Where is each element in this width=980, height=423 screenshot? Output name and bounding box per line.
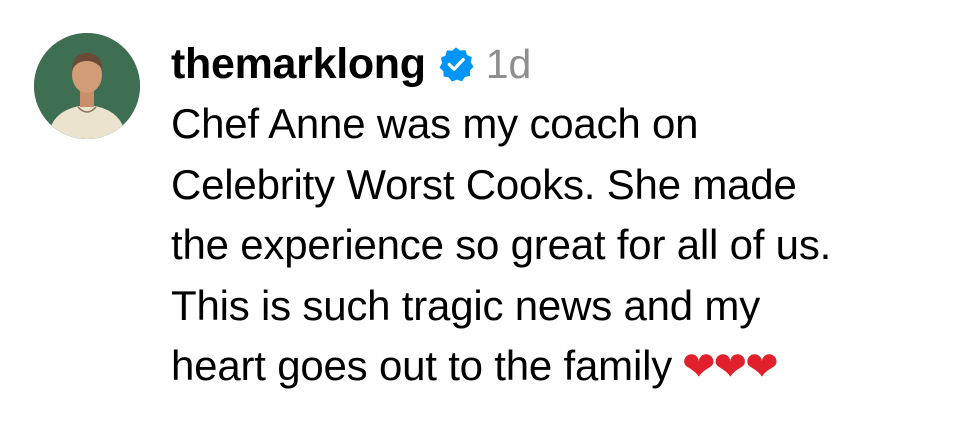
comment-header: themarklong 1d xyxy=(171,38,971,90)
comment-line: Celebrity Worst Cooks. She made xyxy=(171,160,797,208)
comment-line: This is such tragic news and my xyxy=(171,281,761,329)
comment-line: Chef Anne was my coach on xyxy=(171,100,699,147)
avatar[interactable] xyxy=(34,33,140,139)
timestamp[interactable]: 1d xyxy=(486,38,532,90)
heart-emoji-icons: ❤❤❤ xyxy=(682,344,779,390)
comment-body: themarklong 1d Chef Anne was my coach on… xyxy=(171,38,971,398)
comment-line: the experience so great for all of us. xyxy=(171,221,832,268)
avatar-photo xyxy=(34,33,140,139)
comment-text: Chef Anne was my coach on Celebrity Wors… xyxy=(171,94,971,398)
username-link[interactable]: themarklong xyxy=(171,38,426,90)
verified-badge-icon xyxy=(438,46,474,82)
comment-line: heart goes out to the family xyxy=(171,342,673,389)
comment: themarklong 1d Chef Anne was my coach on… xyxy=(34,33,971,398)
